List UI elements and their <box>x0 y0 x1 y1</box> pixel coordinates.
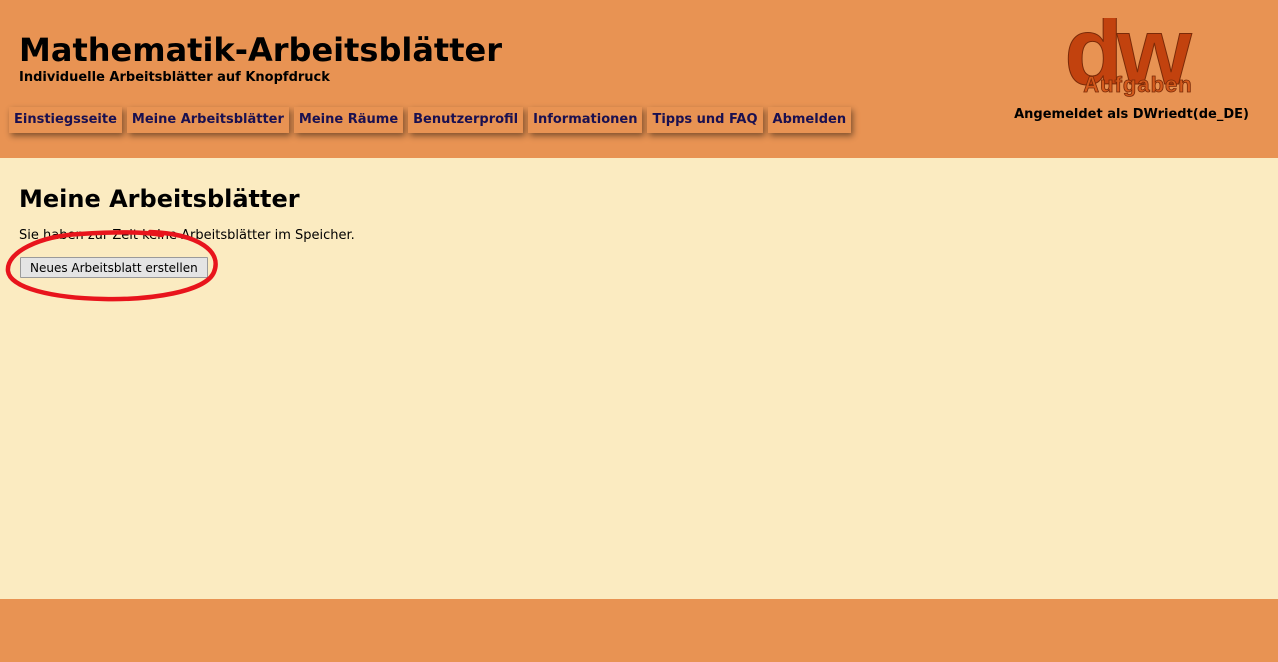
nav-item-meine-arbeitsblaetter[interactable]: Meine Arbeitsblätter <box>126 107 289 133</box>
new-worksheet-button[interactable]: Neues Arbeitsblatt erstellen <box>20 257 208 278</box>
header: Mathematik-Arbeitsblätter Individuelle A… <box>0 0 1278 158</box>
nav-item-informationen[interactable]: Informationen <box>528 107 643 133</box>
main-nav: Einstiegsseite Meine Arbeitsblätter Mein… <box>9 107 852 133</box>
nav-item-tipps-und-faq[interactable]: Tipps und FAQ <box>647 107 763 133</box>
page: Mathematik-Arbeitsblätter Individuelle A… <box>0 0 1278 662</box>
site-subtitle: Individuelle Arbeitsblätter auf Knopfdru… <box>19 70 330 85</box>
nav-item-einstiegsseite[interactable]: Einstiegsseite <box>9 107 122 133</box>
page-title: Meine Arbeitsblätter <box>19 185 300 213</box>
logo-word: Aufgaben <box>1083 72 1192 97</box>
nav-item-meine-raeume[interactable]: Meine Räume <box>293 107 404 133</box>
site-title: Mathematik-Arbeitsblätter <box>19 31 502 69</box>
dw-aufgaben-logo[interactable]: dw Aufgaben <box>1000 18 1250 98</box>
logged-in-status: Angemeldet als DWriedt(de_DE) <box>1014 107 1249 122</box>
nav-item-abmelden[interactable]: Abmelden <box>767 107 852 133</box>
nav-item-benutzerprofil[interactable]: Benutzerprofil <box>408 107 524 133</box>
footer <box>0 599 1278 662</box>
empty-state-text: Sie haben zur Zeit keine Arbeitsblätter … <box>19 228 355 243</box>
main-content: Meine Arbeitsblätter Sie haben zur Zeit … <box>0 158 1278 599</box>
